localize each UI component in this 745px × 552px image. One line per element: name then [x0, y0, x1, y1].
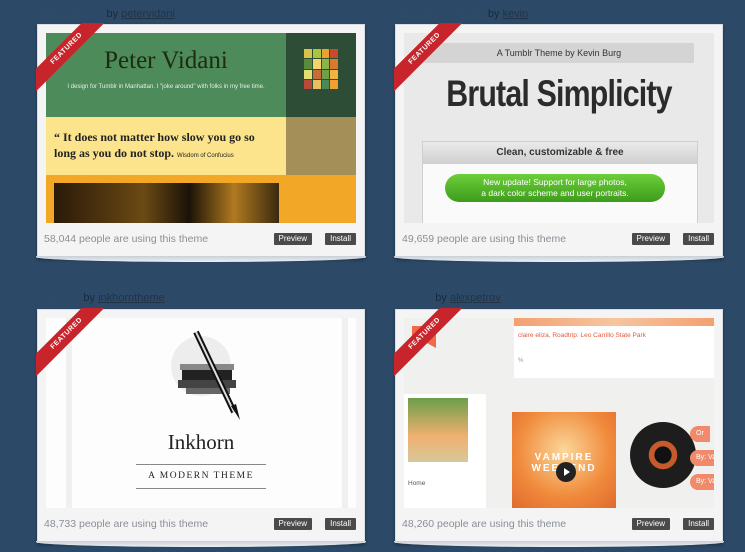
by-label: by	[83, 292, 96, 304]
theme-card: FEATURED Inkhorn A MODERN THEME 48,733 p…	[36, 308, 366, 547]
theme-name-link[interactable]: Album	[398, 292, 432, 304]
preview-quote-source: Wisdom of Confucius	[177, 153, 234, 159]
divider	[136, 488, 266, 489]
preview-photo	[54, 183, 279, 223]
featured-label: FEATURED	[36, 308, 106, 378]
featured-ribbon: FEATURED	[36, 308, 106, 378]
update-line-1: New update! Support for large photos,	[483, 177, 627, 187]
theme-author-link[interactable]: kevin	[503, 8, 529, 20]
preview-pill: Or	[690, 426, 710, 442]
by-label: by	[435, 292, 447, 304]
theme-card: FEATURED A Tumblr Theme by Kevin Burg Br…	[394, 23, 724, 262]
user-count: 49,659 people are using this theme	[402, 233, 567, 245]
user-count: 58,044 people are using this theme	[44, 233, 209, 245]
preview-subtitle: A MODERN THEME	[148, 471, 254, 481]
featured-ribbon: FEATURED	[394, 308, 464, 378]
card-footer: 58,044 people are using this theme Previ…	[38, 223, 364, 257]
install-button[interactable]: Install	[325, 233, 356, 245]
page-curl	[36, 256, 366, 262]
preview-button[interactable]: Preview	[631, 233, 670, 245]
preview-post-image	[514, 318, 714, 326]
preview-button[interactable]: Preview	[273, 518, 312, 530]
theme-byline: Brutal Simplicity by kevin	[398, 8, 528, 20]
preview-button[interactable]: Preview	[273, 233, 312, 245]
theme-author-link[interactable]: alexpetrov	[450, 292, 501, 304]
page-curl	[394, 541, 724, 547]
preview-panel: Clean, customizable & free New update! S…	[422, 141, 698, 223]
theme-author-link[interactable]: inkhorntheme	[98, 292, 165, 304]
preview-title: Inkhorn	[167, 430, 235, 454]
featured-label: FEATURED	[394, 308, 464, 378]
theme-byline: Inkhorn by inkhorntheme	[40, 292, 165, 304]
theme-card: FEATURED claire eliza, Roadtrip: Leo Car…	[394, 308, 724, 547]
card-footer: 49,659 people are using this theme Previ…	[396, 223, 722, 257]
preview-button[interactable]: Preview	[631, 518, 670, 530]
preview-pill: By: Vamp	[690, 474, 714, 490]
preview-pill: By: Vamp	[690, 450, 714, 466]
update-line-2: a dark color scheme and user portraits.	[481, 188, 629, 198]
theme-byline: Peter Vidani by petervidani	[40, 8, 175, 20]
preview-avatar-photo	[408, 398, 468, 462]
card-footer: 48,260 people are using this theme Previ…	[396, 508, 722, 542]
by-label: by	[487, 8, 500, 20]
page-curl	[36, 541, 366, 547]
typewriter-quill-icon	[178, 330, 240, 420]
featured-ribbon: FEATURED	[394, 23, 464, 93]
preview-post-card	[514, 318, 714, 378]
user-count: 48,733 people are using this theme	[44, 518, 209, 530]
theme-byline: Album by alexpetrov	[398, 292, 501, 304]
preview-update-pill: New update! Support for large photos, a …	[445, 174, 665, 202]
featured-label: FEATURED	[394, 23, 464, 93]
preview-side-panel-2	[286, 117, 356, 175]
install-button[interactable]: Install	[683, 518, 714, 530]
vinyl-disc-icon	[630, 422, 696, 488]
theme-name-link[interactable]: Peter Vidani	[40, 8, 103, 20]
preview-tagline: A Tumblr Theme by Kevin Burg	[424, 43, 694, 63]
theme-author-link[interactable]: petervidani	[121, 8, 175, 20]
preview-title: Brutal Simplicity	[446, 73, 672, 114]
install-button[interactable]: Install	[683, 233, 714, 245]
preview-post-caption: claire eliza, Roadtrip: Leo Carrillo Sta…	[518, 332, 646, 339]
preview-home-link: Home	[408, 480, 426, 487]
preview-panel-title: Clean, customizable & free	[423, 142, 697, 164]
card-footer: 48,733 people are using this theme Previ…	[38, 508, 364, 542]
preview-post-meta: %	[518, 358, 524, 364]
theme-name-link[interactable]: Inkhorn	[40, 292, 80, 304]
page-curl	[394, 256, 724, 262]
color-swatch-icon	[304, 49, 338, 89]
divider	[136, 464, 266, 465]
featured-ribbon: FEATURED	[36, 23, 106, 93]
user-count: 48,260 people are using this theme	[402, 518, 567, 530]
theme-card: FEATURED Peter Vidani I design for Tumbl…	[36, 23, 366, 262]
theme-name-link[interactable]: Brutal Simplicity	[398, 8, 485, 20]
preview-quote: “ It does not matter how slow you go so …	[54, 129, 279, 164]
install-button[interactable]: Install	[325, 518, 356, 530]
featured-label: FEATURED	[36, 23, 106, 93]
play-icon	[556, 462, 576, 482]
by-label: by	[106, 8, 119, 20]
